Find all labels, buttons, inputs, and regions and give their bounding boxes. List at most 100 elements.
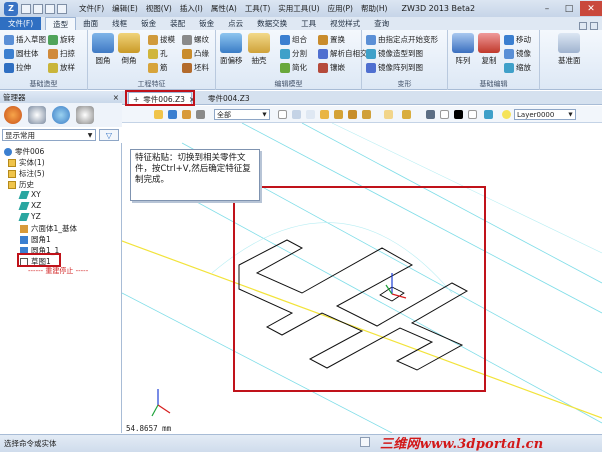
front-view-icon[interactable] (348, 110, 357, 119)
menu-utilities[interactable]: 实用工具(U) (274, 3, 323, 14)
move-button[interactable]: 移动 (504, 34, 531, 45)
copy-button[interactable]: 复制 (478, 33, 500, 66)
pointer-icon[interactable] (196, 110, 205, 119)
rib-button[interactable]: 筋 (148, 62, 168, 73)
menu-tools[interactable]: 工具(T) (241, 3, 274, 14)
menu-apps[interactable]: 应用(P) (324, 3, 357, 14)
status-icon[interactable] (360, 437, 370, 447)
pattern-button[interactable]: 阵列 (452, 33, 474, 66)
combine-button[interactable]: 组合 (280, 34, 307, 45)
simplify-button[interactable]: 简化 (280, 62, 307, 73)
mirror-button[interactable]: 镜像 (504, 48, 531, 59)
iso-view-icon[interactable] (320, 110, 329, 119)
hole-button[interactable]: 孔 (148, 48, 168, 59)
tab-modeling[interactable]: 造型 (45, 17, 77, 30)
tab-visual-style[interactable]: 视觉样式 (323, 17, 367, 30)
manager-close-icon[interactable]: × (113, 93, 122, 102)
view-manager-icon[interactable] (52, 106, 70, 124)
render-icon[interactable] (384, 110, 393, 119)
pick-filter-select[interactable]: 全部 ▼ (214, 109, 270, 120)
tree-item-xy[interactable]: XY (18, 190, 41, 199)
history-manager-icon[interactable] (4, 106, 22, 124)
assembly-manager-icon[interactable] (28, 106, 46, 124)
tab-tools[interactable]: 工具 (294, 17, 323, 30)
tree-item-fillet1[interactable]: 圆角1 (20, 234, 51, 245)
emboss-button[interactable]: 镶嵌 (318, 62, 345, 73)
draft-button[interactable]: 拔模 (148, 34, 175, 45)
ribbon-minimize-icon[interactable] (590, 22, 598, 30)
menu-view[interactable]: 视图(V) (142, 3, 176, 14)
light-icon[interactable] (402, 110, 411, 119)
loft-button[interactable]: 放样 (48, 62, 75, 73)
layer-tool-icon[interactable] (484, 110, 493, 119)
close-button[interactable]: ✕ (580, 1, 602, 16)
background-icon[interactable] (440, 110, 449, 119)
pick-icon[interactable] (154, 110, 163, 119)
layer-select[interactable]: Layer0000 ▼ (514, 109, 576, 120)
menu-help[interactable]: 帮助(H) (357, 3, 392, 14)
replace-button[interactable]: 置换 (318, 34, 345, 45)
deform-from-point-button[interactable]: 由指定点开始变形 (366, 34, 438, 45)
tab-part004[interactable]: 零件004.Z3 (204, 92, 254, 105)
fillet-button[interactable]: 圆角 (92, 33, 114, 66)
menu-file[interactable]: 文件(F) (75, 3, 108, 14)
sweep-button[interactable]: 扫掠 (48, 48, 75, 59)
layer-on-icon[interactable] (502, 110, 511, 119)
filter-icon[interactable] (182, 110, 191, 119)
filter-icon[interactable]: ▽ (99, 129, 119, 141)
help-icon[interactable] (579, 22, 587, 30)
menu-insert[interactable]: 插入(I) (176, 3, 207, 14)
linetype-icon[interactable] (468, 110, 477, 119)
tree-item-yz[interactable]: YZ (18, 212, 41, 221)
file-menu-tab[interactable]: 文件(F) (0, 17, 42, 30)
menu-attribute[interactable]: 属性(A) (207, 3, 241, 14)
color-icon[interactable] (454, 110, 463, 119)
lip-button[interactable]: 凸缘 (182, 48, 209, 59)
right-view-icon[interactable] (362, 110, 371, 119)
insert-sketch-button[interactable]: 插入草图 (4, 34, 46, 45)
tab-sheetmetal-2[interactable]: 钣金 (192, 17, 221, 30)
display-mode-icon[interactable] (426, 110, 435, 119)
undo-icon[interactable] (57, 3, 67, 14)
shaded-icon[interactable] (292, 110, 301, 119)
tree-item-xz[interactable]: XZ (18, 201, 41, 210)
extrude-button[interactable]: 拉伸 (4, 62, 31, 73)
tab-inquire[interactable]: 查询 (367, 17, 396, 30)
save-icon[interactable] (45, 3, 55, 14)
tree-node-entity[interactable]: 实体(1) (8, 157, 45, 168)
shell-button[interactable]: 抽壳 (248, 33, 270, 66)
app-logo-icon[interactable]: Z (4, 1, 18, 16)
open-file-icon[interactable] (33, 3, 43, 14)
stock-button[interactable]: 坯料 (182, 62, 209, 73)
mirror-to-drawing-button[interactable]: 镜像造型到图 (366, 48, 423, 59)
maximize-button[interactable]: □ (558, 1, 580, 16)
resolve-intersection-button[interactable]: 解析自相交 (318, 48, 368, 59)
minimize-button[interactable]: – (536, 1, 558, 16)
tab-wireframe[interactable]: 线框 (105, 17, 134, 30)
tab-surface[interactable]: 曲面 (76, 17, 105, 30)
tab-assembly[interactable]: 装配 (163, 17, 192, 30)
split-button[interactable]: 分割 (280, 48, 307, 59)
top-view-icon[interactable] (334, 110, 343, 119)
thread-button[interactable]: 螺纹 (182, 34, 209, 45)
datum-plane-button[interactable]: 基准面 (558, 33, 581, 66)
manager-filter-select[interactable]: 显示常用 ▼ (2, 129, 96, 141)
tab-sheetmetal[interactable]: 钣金 (134, 17, 163, 30)
scale-button[interactable]: 缩放 (504, 62, 531, 73)
cylinder-button[interactable]: 圆柱体 (4, 48, 39, 59)
tab-pointcloud[interactable]: 点云 (221, 17, 250, 30)
tree-root-part[interactable]: 零件006 (4, 146, 44, 157)
tree-item-block[interactable]: 六面体1_基体 (20, 223, 77, 234)
menu-edit[interactable]: 编辑(E) (108, 3, 142, 14)
layer-manager-icon[interactable] (76, 106, 94, 124)
chamfer-button[interactable]: 倒角 (118, 33, 140, 66)
face-offset-button[interactable]: 面偏移 (220, 33, 243, 66)
tree-node-markup[interactable]: 标注(5) (8, 168, 45, 179)
revolve-button[interactable]: 旋转 (48, 34, 75, 45)
tab-data-exchange[interactable]: 数据交换 (250, 17, 294, 30)
view-cube-icon[interactable] (278, 110, 287, 119)
select-icon[interactable] (168, 110, 177, 119)
wireframe-icon[interactable] (306, 110, 315, 119)
mirror-array-button[interactable]: 镜像阵列到图 (366, 62, 423, 73)
new-file-icon[interactable] (21, 3, 31, 14)
